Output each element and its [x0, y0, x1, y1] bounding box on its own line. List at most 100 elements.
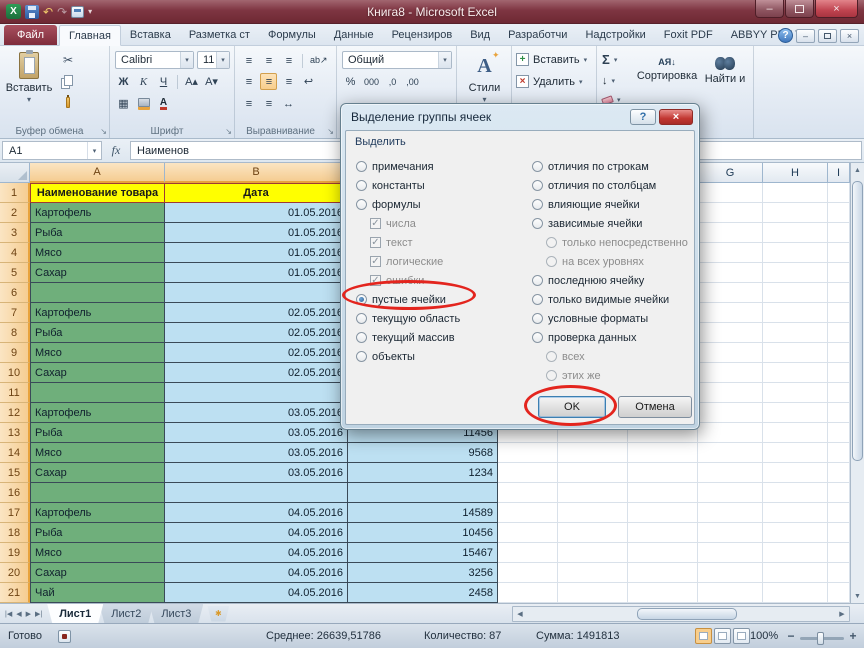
cell-I20[interactable]	[828, 563, 850, 583]
sheet-tab-1[interactable]: Лист1	[47, 604, 103, 623]
cell-B1[interactable]: Дата	[165, 183, 348, 203]
cell-G21[interactable]	[698, 583, 763, 603]
cell-B8[interactable]: 02.05.2016	[165, 323, 348, 343]
cell-A19[interactable]: Мясо	[30, 543, 165, 563]
cell-G16[interactable]	[698, 483, 763, 503]
chevron-down-icon[interactable]: ▾	[614, 56, 618, 64]
cell-H21[interactable]	[763, 583, 828, 603]
cell-H3[interactable]	[763, 223, 828, 243]
paste-button[interactable]: Вставить ▾	[6, 49, 52, 104]
underline-button[interactable]: Ч	[155, 73, 172, 90]
cell-B20[interactable]: 04.05.2016	[165, 563, 348, 583]
chevron-down-icon[interactable]: ▾	[584, 56, 588, 64]
cell-F17[interactable]	[628, 503, 698, 523]
cell-I16[interactable]	[828, 483, 850, 503]
cell-G17[interactable]	[698, 503, 763, 523]
shrink-font-button[interactable]: А▾	[203, 73, 220, 90]
normal-view-button[interactable]	[695, 628, 712, 644]
scroll-down-button[interactable]: ▼	[851, 589, 864, 603]
sheet-tab-3[interactable]: Лист3	[149, 604, 203, 623]
ribbon-tab-9[interactable]: Надстройки	[576, 24, 654, 45]
cell-A5[interactable]: Сахар	[30, 263, 165, 283]
dialog-option-right-4[interactable]: зависимые ячейки	[532, 214, 704, 233]
dialog-titlebar[interactable]: Выделение группы ячеек ? ×	[341, 104, 699, 130]
cell-I2[interactable]	[828, 203, 850, 223]
increase-decimal-button[interactable]: ,0	[384, 73, 401, 90]
font-name-combo[interactable]: Calibri▾	[115, 51, 194, 69]
ribbon-tab-10[interactable]: Foxit PDF	[655, 24, 722, 45]
align-right-button[interactable]: ≡	[280, 73, 297, 90]
increase-indent-button[interactable]: ≡	[260, 95, 277, 112]
cell-B5[interactable]: 01.05.2016	[165, 263, 348, 283]
cell-B14[interactable]: 03.05.2016	[165, 443, 348, 463]
cell-F21[interactable]	[628, 583, 698, 603]
cell-A4[interactable]: Мясо	[30, 243, 165, 263]
zoom-in-button[interactable]: +	[846, 629, 860, 643]
column-header-G[interactable]: G	[698, 163, 763, 183]
macro-record-icon[interactable]	[58, 630, 71, 643]
row-header-21[interactable]: 21	[0, 583, 30, 603]
cell-I5[interactable]	[828, 263, 850, 283]
cell-H7[interactable]	[763, 303, 828, 323]
cell-E18[interactable]	[558, 523, 628, 543]
dialog-option-left-1[interactable]: примечания	[356, 157, 528, 176]
cell-B16[interactable]	[165, 483, 348, 503]
file-tab[interactable]: Файл	[4, 25, 57, 45]
cell-I14[interactable]	[828, 443, 850, 463]
cell-H5[interactable]	[763, 263, 828, 283]
row-header-2[interactable]: 2	[0, 203, 30, 223]
cell-E19[interactable]	[558, 543, 628, 563]
cell-F19[interactable]	[628, 543, 698, 563]
dialog-help-button[interactable]: ?	[630, 109, 656, 125]
cut-button[interactable]: ✂	[58, 51, 78, 69]
cell-B2[interactable]: 01.05.2016	[165, 203, 348, 223]
chevron-down-icon[interactable]: ▾	[579, 78, 583, 86]
zoom-level[interactable]: 100%	[750, 630, 778, 642]
cell-C18[interactable]: 10456	[348, 523, 498, 543]
dialog-option-left-2[interactable]: константы	[356, 176, 528, 195]
zoom-slider[interactable]	[800, 637, 844, 640]
cell-B3[interactable]: 01.05.2016	[165, 223, 348, 243]
cell-B12[interactable]: 03.05.2016	[165, 403, 348, 423]
horizontal-scrollbar[interactable]: ◀ ▶	[512, 606, 850, 622]
page-break-view-button[interactable]	[733, 628, 750, 644]
cell-I13[interactable]	[828, 423, 850, 443]
font-color-button[interactable]: А	[155, 95, 172, 112]
row-header-10[interactable]: 10	[0, 363, 30, 383]
vertical-scroll-thumb[interactable]	[852, 181, 863, 461]
sort-filter-button[interactable]: АЯ↓ Сортировка	[637, 49, 697, 82]
cell-F20[interactable]	[628, 563, 698, 583]
help-icon[interactable]: ?	[778, 28, 793, 43]
delete-cells-button[interactable]: × Удалить ▾	[516, 75, 583, 88]
cell-H12[interactable]	[763, 403, 828, 423]
dialog-option-right-2[interactable]: отличия по столбцам	[532, 176, 704, 195]
cell-H1[interactable]	[763, 183, 828, 203]
cell-G15[interactable]	[698, 463, 763, 483]
cell-E17[interactable]	[558, 503, 628, 523]
column-header-B[interactable]: B	[165, 163, 348, 183]
cell-H17[interactable]	[763, 503, 828, 523]
cell-H20[interactable]	[763, 563, 828, 583]
dialog-option-left-10[interactable]: текущий массив	[356, 328, 528, 347]
cell-I21[interactable]	[828, 583, 850, 603]
sheet-tab-2[interactable]: Лист2	[99, 604, 153, 623]
maximize-button[interactable]	[785, 0, 814, 18]
cell-H6[interactable]	[763, 283, 828, 303]
cell-G7[interactable]	[698, 303, 763, 323]
cell-I3[interactable]	[828, 223, 850, 243]
cancel-button[interactable]: Отмена	[618, 396, 692, 418]
grow-font-button[interactable]: А▴	[183, 73, 200, 90]
chevron-down-icon[interactable]: ▾	[612, 77, 616, 85]
cell-D20[interactable]	[498, 563, 558, 583]
find-select-button[interactable]: Найти и	[699, 49, 751, 85]
cell-I15[interactable]	[828, 463, 850, 483]
vertical-scrollbar[interactable]: ▲ ▼	[850, 163, 864, 603]
cell-A18[interactable]: Рыба	[30, 523, 165, 543]
cell-I1[interactable]	[828, 183, 850, 203]
dialog-option-left-9[interactable]: текущую область	[356, 309, 528, 328]
borders-button[interactable]: ▦	[115, 95, 132, 112]
cell-H11[interactable]	[763, 383, 828, 403]
cell-E16[interactable]	[558, 483, 628, 503]
decrease-decimal-button[interactable]: ,00	[404, 73, 421, 90]
cell-D17[interactable]	[498, 503, 558, 523]
